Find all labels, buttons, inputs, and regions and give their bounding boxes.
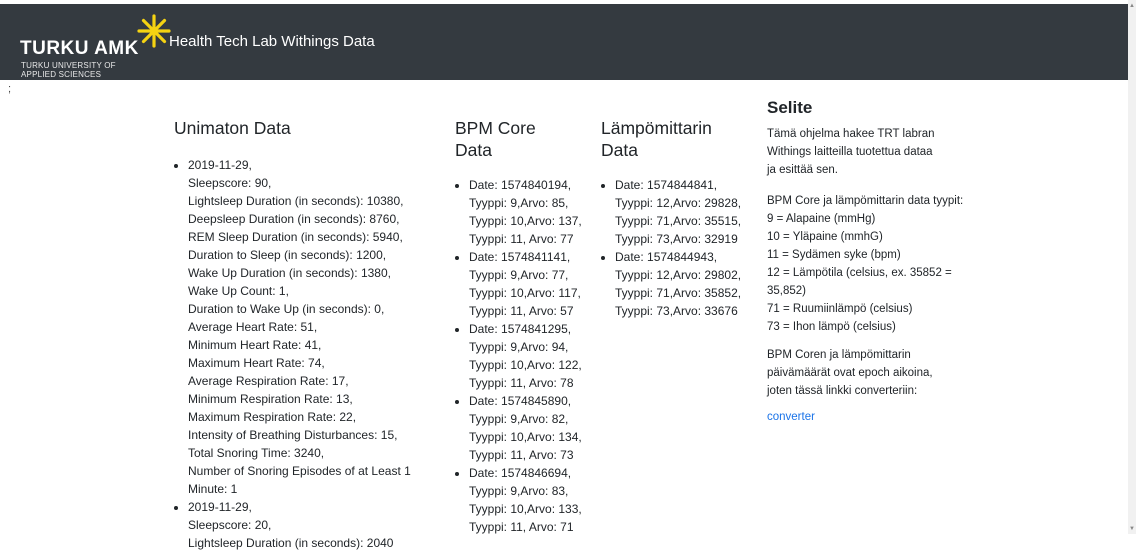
list-item-line: Tyyppi: 73,Arvo: 32919: [615, 232, 738, 246]
list-item: Date: 1574841295, Tyyppi: 9,Arvo: 94, Tyyp…: [469, 320, 593, 392]
list-item-line: Tyyppi: 11, Arvo: 73: [469, 448, 574, 462]
legend-line: BPM Coren ja lämpömittarin: [767, 349, 911, 361]
list-item-line: Tyyppi: 10,Arvo: 137,: [469, 214, 582, 228]
list-item-line: Tyyppi: 9,Arvo: 83,: [469, 484, 569, 498]
list-item-line: 2019-11-29,: [188, 158, 252, 172]
list-item-line: Date: 1574841295,: [469, 322, 572, 336]
star-logo-icon: [137, 14, 171, 48]
legend-intro-paragraph: Tämä ohjelma hakee TRT labran Withings la…: [767, 125, 997, 179]
list-item-line: Duration to Sleep (in seconds): 1200,: [188, 248, 387, 262]
logo-subtitle-line-1: TURKU UNIVERSITY OF: [21, 61, 116, 70]
list-item-line: Tyyppi: 11, Arvo: 71: [469, 520, 574, 534]
list-item-line: Tyyppi: 10,Arvo: 117,: [469, 286, 581, 300]
temperature-data-heading: Lämpömittarin Data: [601, 118, 712, 160]
list-item-line: Sleepscore: 90,: [188, 176, 272, 190]
list-item: Date: 1574840194, Tyyppi: 9,Arvo: 85, Tyyp…: [469, 176, 593, 248]
list-item-line: Date: 1574844943,: [615, 250, 718, 264]
scroll-up-arrow-icon[interactable]: ▲: [1129, 3, 1135, 9]
bpm-data-list: Date: 1574840194, Tyyppi: 9,Arvo: 85, Tyyp…: [455, 176, 593, 536]
list-item: 2019-11-29, Sleepscore: 90, Lightsleep Dur…: [188, 156, 424, 498]
legend-line: Withings laitteilla tuotettua dataa: [767, 146, 933, 158]
list-item-line: Tyyppi: 12,Arvo: 29802,: [615, 268, 742, 282]
list-item-line: Number of Snoring Episodes of at Least 1: [188, 464, 411, 478]
legend-line: 9 = Alapaine (mmHg): [767, 213, 876, 225]
legend-line: 12 = Lämpötila (celsius, ex. 35852 =: [767, 267, 952, 279]
legend-line: Tämä ohjelma hakee TRT labran: [767, 128, 935, 140]
list-item-line: Minimum Heart Rate: 41,: [188, 338, 322, 352]
list-item-line: Date: 1574846694,: [469, 466, 572, 480]
legend-line: 11 = Sydämen syke (bpm): [767, 249, 901, 261]
temperature-data-list: Date: 1574844841, Tyyppi: 12,Arvo: 29828,…: [601, 176, 745, 320]
legend-line: BPM Core ja lämpömittarin data tyypit:: [767, 195, 964, 207]
list-item-line: Minimum Respiration Rate: 13,: [188, 392, 353, 406]
legend-line: 73 = Ihon lämpö (celsius): [767, 321, 896, 333]
bpm-data-heading: BPM Core Data: [455, 118, 536, 160]
legend-line: 71 = Ruumiinlämpö (celsius): [767, 303, 913, 315]
list-item-line: Minute: 1: [188, 482, 238, 496]
logo-wordmark: TURKU AMK: [20, 38, 139, 59]
list-item-line: Total Snoring Time: 3240,: [188, 446, 325, 460]
list-item-line: Tyyppi: 10,Arvo: 134,: [469, 430, 582, 444]
list-item-line: Intensity of Breathing Disturbances: 15,: [188, 428, 398, 442]
logo-subtitle-line-2: APPLIED SCIENCES: [21, 70, 102, 79]
list-item-line: Date: 1574840194,: [469, 178, 572, 192]
list-item-line: Tyyppi: 73,Arvo: 33676: [615, 304, 738, 318]
list-item-line: Average Respiration Rate: 17,: [188, 374, 349, 388]
turku-amk-logo[interactable]: TURKU AMK TURKU UNIVERSITY OF APPLIED SC…: [20, 14, 171, 79]
list-item-line: Date: 1574841141,: [469, 250, 571, 264]
list-item: Date: 1574844841, Tyyppi: 12,Arvo: 29828,…: [615, 176, 745, 248]
list-item-line: REM Sleep Duration (in seconds): 5940,: [188, 230, 403, 244]
list-item-line: Tyyppi: 10,Arvo: 133,: [469, 502, 582, 516]
list-item-line: Average Heart Rate: 51,: [188, 320, 318, 334]
list-item-line: Tyyppi: 11, Arvo: 78: [469, 376, 574, 390]
list-item-line: Wake Up Count: 1,: [188, 284, 289, 298]
list-item-line: Duration to Wake Up (in seconds): 0,: [188, 302, 385, 316]
list-item-line: Deepsleep Duration (in seconds): 8760,: [188, 212, 400, 226]
list-item: Date: 1574841141, Tyyppi: 9,Arvo: 77, Tyyp…: [469, 248, 593, 320]
list-item-line: Tyyppi: 12,Arvo: 29828,: [615, 196, 742, 210]
navbar-brand-title[interactable]: Health Tech Lab Withings Data: [169, 33, 375, 50]
legend-line: joten tässä linkki converteriin:: [767, 385, 918, 397]
list-item-line: Tyyppi: 9,Arvo: 85,: [469, 196, 569, 210]
list-item-line: Date: 1574845890,: [469, 394, 572, 408]
list-item: Date: 1574844943, Tyyppi: 12,Arvo: 29802,…: [615, 248, 745, 320]
legend-line: 35,852): [767, 285, 807, 297]
list-item-line: Maximum Respiration Rate: 22,: [188, 410, 357, 424]
list-item-line: Lightsleep Duration (in seconds): 2040: [188, 536, 394, 550]
converter-link[interactable]: converter: [767, 408, 815, 426]
list-item-line: Tyyppi: 71,Arvo: 35515,: [615, 214, 742, 228]
list-item-line: Sleepscore: 20,: [188, 518, 272, 532]
list-item-line: 2019-11-29,: [188, 500, 252, 514]
list-item: Date: 1574845890, Tyyppi: 9,Arvo: 82, Tyyp…: [469, 392, 593, 464]
legend-line: 10 = Yläpaine (mmhG): [767, 231, 883, 243]
legend-types-paragraph: BPM Core ja lämpömittarin data tyypit: 9 …: [767, 192, 997, 336]
stray-text: ;: [8, 83, 12, 95]
list-item-line: Tyyppi: 10,Arvo: 122,: [469, 358, 582, 372]
list-item-line: Tyyppi: 11, Arvo: 77: [469, 232, 574, 246]
vertical-scrollbar[interactable]: ▲ ▼: [1128, 0, 1136, 534]
logo-subtitle: TURKU UNIVERSITY OF APPLIED SCIENCES: [21, 61, 116, 79]
top-navbar: TURKU AMK TURKU UNIVERSITY OF APPLIED SC…: [0, 4, 1128, 80]
legend-line: päivämäärät ovat epoch aikoina,: [767, 367, 933, 379]
sleep-data-list: 2019-11-29, Sleepscore: 90, Lightsleep Dur…: [174, 156, 424, 552]
list-item-line: Tyyppi: 9,Arvo: 77,: [469, 268, 569, 282]
legend-epoch-paragraph: BPM Coren ja lämpömittarin päivämäärät ov…: [767, 346, 997, 400]
list-item-line: Tyyppi: 71,Arvo: 35852,: [615, 286, 742, 300]
list-item: Date: 1574846694, Tyyppi: 9,Arvo: 83, Tyyp…: [469, 464, 593, 536]
list-item-line: Tyyppi: 9,Arvo: 94,: [469, 340, 569, 354]
list-item: 2019-11-29, Sleepscore: 20, Lightsleep Dur…: [188, 498, 424, 552]
list-item-line: Lightsleep Duration (in seconds): 10380,: [188, 194, 404, 208]
list-item-line: Date: 1574844841,: [615, 178, 718, 192]
list-item-line: Tyyppi: 11, Arvo: 57: [469, 304, 574, 318]
list-item-line: Maximum Heart Rate: 74,: [188, 356, 325, 370]
legend-line: ja esittää sen.: [767, 164, 838, 176]
sleep-data-heading: Unimaton Data: [174, 118, 291, 138]
list-item-line: Tyyppi: 9,Arvo: 82,: [469, 412, 569, 426]
list-item-line: Wake Up Duration (in seconds): 1380,: [188, 266, 391, 280]
scroll-down-arrow-icon[interactable]: ▼: [1129, 526, 1135, 532]
legend-heading: Selite: [767, 98, 813, 117]
